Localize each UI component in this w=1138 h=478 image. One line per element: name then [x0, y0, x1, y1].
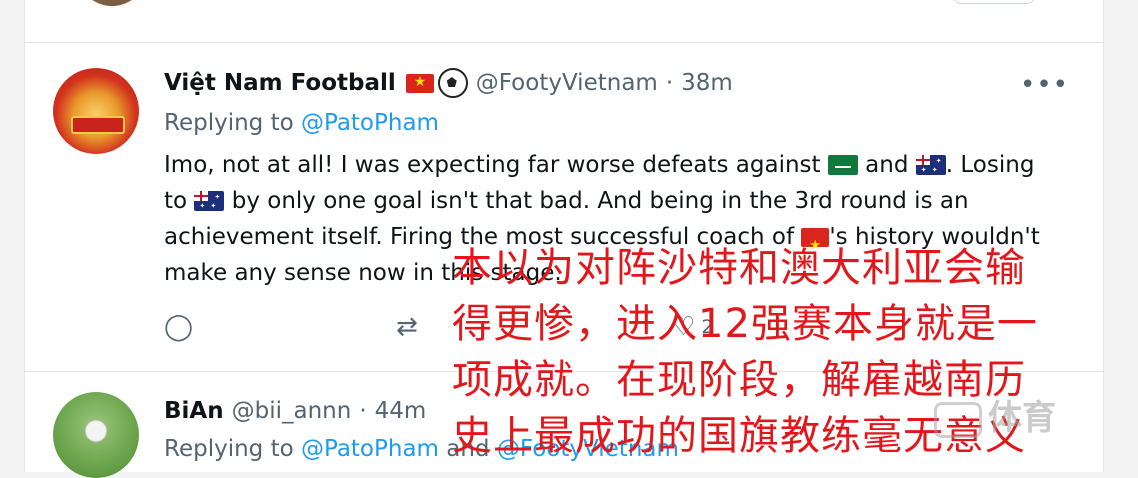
vietnam-flag-icon [405, 73, 434, 93]
watermark-text: 体育 [988, 398, 1056, 438]
australia-flag-icon: ✦ ✦ ✦ [915, 155, 946, 175]
replying-to: Replying to @PatoPham [164, 110, 439, 136]
divider [25, 42, 1103, 43]
watermark: 体育 [934, 390, 1056, 439]
more-options-icon[interactable]: ••• [1020, 70, 1069, 100]
australia-flag-icon: ✦ ✦ ✦ [194, 191, 225, 211]
tweet-header: Việt Nam Football @FootyVietnam · 38m [164, 68, 733, 98]
separator: · [665, 70, 674, 96]
overlay-line: 得更惨，进入12强赛本身就是一 [452, 301, 1038, 347]
timestamp[interactable]: 38m [681, 70, 733, 96]
mention-link[interactable]: @PatoPham [301, 436, 439, 462]
replying-prefix: Replying to [164, 436, 294, 462]
user-handle[interactable]: @FootyVietnam [476, 70, 658, 96]
saudi-flag-icon [827, 155, 858, 175]
text-part: Imo, not at all! I was expecting far wor… [164, 152, 821, 178]
ball-icon [85, 420, 107, 442]
display-name[interactable]: Việt Nam Football [164, 70, 396, 96]
text-part: and [865, 152, 909, 178]
retweet-button[interactable]: ⇄ [396, 312, 418, 342]
reply-button[interactable]: ◯ [164, 312, 193, 342]
tweet-header: BiAn @bii_annn · 44m [164, 398, 426, 424]
text-part: to [164, 188, 188, 214]
watermark-logo-icon [934, 401, 982, 438]
separator: · [359, 398, 367, 424]
overlay-line: 本以为对阵沙特和澳大利亚会输 [452, 245, 1026, 291]
avatar[interactable] [53, 68, 139, 154]
retweet-icon: ⇄ [396, 312, 418, 342]
display-name[interactable]: BiAn [164, 398, 224, 424]
text-part: . Losing [945, 152, 1035, 178]
previous-tweet-avatar[interactable] [77, 0, 147, 6]
mention-link[interactable]: @PatoPham [301, 110, 439, 136]
replying-prefix: Replying to [164, 110, 294, 136]
user-handle[interactable]: @bii_annn [232, 398, 352, 424]
avatar[interactable] [53, 392, 139, 478]
reply-icon: ◯ [164, 312, 194, 342]
previous-tweet-button[interactable] [953, 0, 1035, 4]
timestamp[interactable]: 44m [375, 398, 427, 424]
crest-icon [71, 116, 125, 134]
football-icon [437, 68, 468, 98]
